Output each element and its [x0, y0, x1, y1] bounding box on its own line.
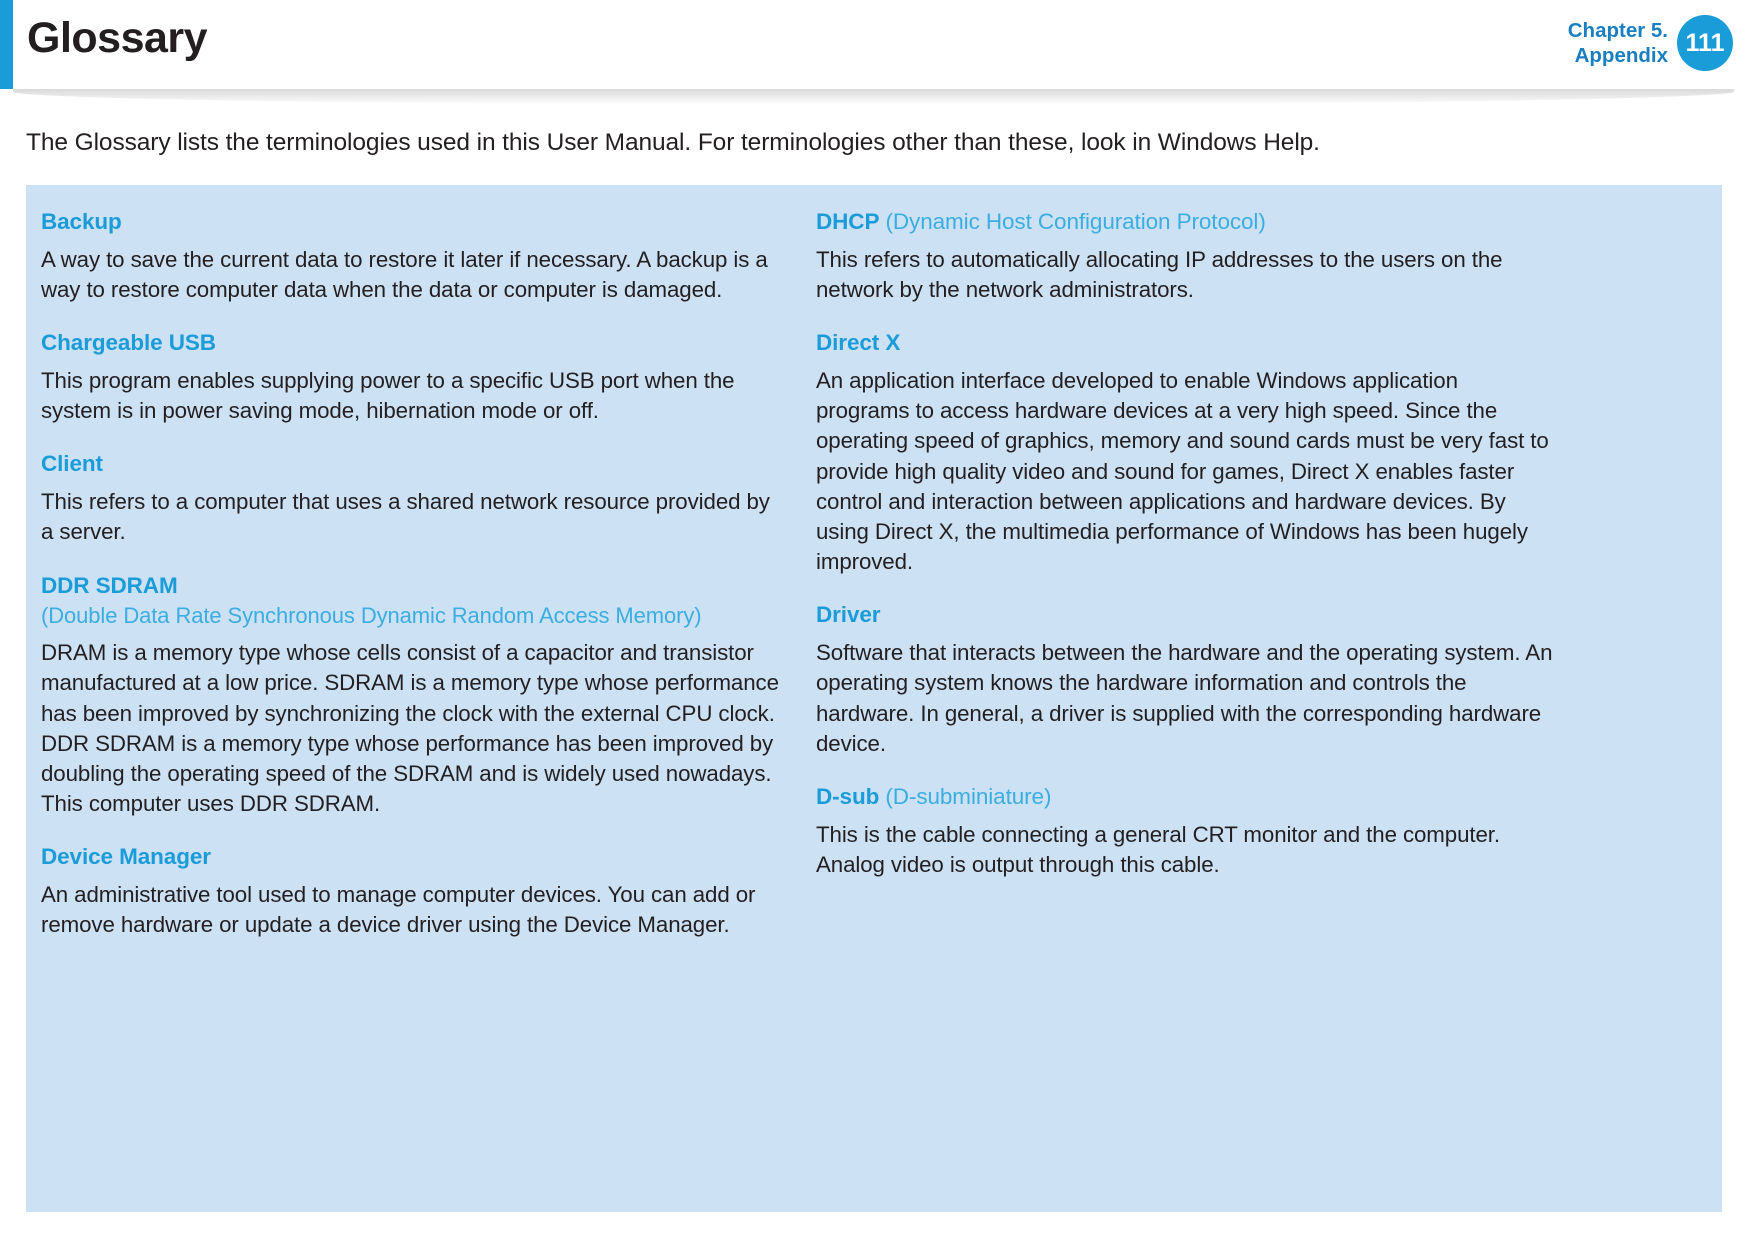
- glossary-panel: Backup A way to save the current data to…: [26, 185, 1722, 1212]
- term-heading: DDR SDRAM: [41, 572, 789, 601]
- term-definition: This refers to automatically allocating …: [816, 246, 1503, 302]
- term-subtitle: (Double Data Rate Synchronous Dynamic Ra…: [41, 603, 702, 629]
- term-name: Driver: [816, 602, 881, 628]
- term-definition: A way to save the current data to restor…: [41, 246, 768, 302]
- term-heading: Chargeable USB: [41, 329, 789, 358]
- term-heading: Backup: [41, 208, 789, 237]
- page-header: Glossary Chapter 5. Appendix 111: [0, 0, 1749, 105]
- term-expansion: (Dynamic Host Configuration Protocol): [879, 209, 1266, 234]
- term-definition: An administrative tool used to manage co…: [41, 882, 756, 938]
- term-heading: Direct X: [816, 329, 1564, 358]
- term-name: Device Manager: [41, 844, 211, 870]
- term-name: Client: [41, 451, 103, 477]
- term-name: Direct X: [816, 330, 901, 356]
- term-name: DHCP: [816, 209, 880, 234]
- page-title: Glossary: [27, 14, 208, 62]
- header-shadow-divider: [13, 89, 1734, 105]
- glossary-term-backup: Backup A way to save the current data to…: [41, 208, 789, 305]
- term-name: Backup: [41, 209, 122, 234]
- glossary-column-right: DHCP (Dynamic Host Configuration Protoco…: [801, 208, 1564, 1212]
- glossary-term-chargeable-usb: Chargeable USB This program enables supp…: [41, 329, 789, 426]
- glossary-term-dhcp: DHCP (Dynamic Host Configuration Protoco…: [816, 208, 1564, 305]
- term-definition: An application interface developed to en…: [816, 368, 1549, 575]
- term-definition: This refers to a computer that uses a sh…: [41, 489, 770, 545]
- term-definition: DRAM is a memory type whose cells consis…: [41, 640, 779, 817]
- term-definition: Software that interacts between the hard…: [816, 640, 1553, 756]
- glossary-term-driver: Driver Software that interacts between t…: [816, 601, 1564, 759]
- term-heading: D-sub (D-subminiature): [816, 783, 1564, 812]
- term-name: D-sub: [816, 784, 880, 810]
- term-definition: This is the cable connecting a general C…: [816, 821, 1500, 878]
- term-heading: Driver: [816, 601, 1564, 630]
- term-name: Chargeable USB: [41, 330, 216, 356]
- term-expansion: (D-subminiature): [879, 784, 1052, 810]
- page-number-badge: 111: [1677, 15, 1733, 71]
- term-heading: Client: [41, 450, 789, 479]
- chapter-number-line: Chapter 5.: [1567, 19, 1668, 42]
- chapter-name-line: Appendix: [1574, 44, 1668, 67]
- chapter-label: Chapter 5. Appendix: [1568, 18, 1668, 68]
- term-heading: DHCP (Dynamic Host Configuration Protoco…: [816, 208, 1564, 237]
- glossary-term-client: Client This refers to a computer that us…: [41, 450, 789, 547]
- term-definition: This program enables supplying power to …: [41, 368, 735, 424]
- header-accent-bar: [0, 0, 13, 89]
- term-heading: Device Manager: [41, 843, 789, 872]
- glossary-column-left: Backup A way to save the current data to…: [26, 208, 789, 1212]
- glossary-term-d-sub: D-sub (D-subminiature) This is the cable…: [816, 783, 1564, 880]
- header-right-group: Chapter 5. Appendix 111: [1568, 15, 1733, 71]
- glossary-page: Glossary Chapter 5. Appendix 111 The Glo…: [0, 0, 1749, 1241]
- glossary-term-ddr-sdram: DDR SDRAM (Double Data Rate Synchronous …: [41, 572, 789, 820]
- term-name: DDR SDRAM: [41, 572, 178, 598]
- glossary-term-direct-x: Direct X An application interface develo…: [816, 329, 1564, 577]
- intro-paragraph: The Glossary lists the terminologies use…: [26, 129, 1320, 156]
- glossary-term-device-manager: Device Manager An administrative tool us…: [41, 843, 789, 940]
